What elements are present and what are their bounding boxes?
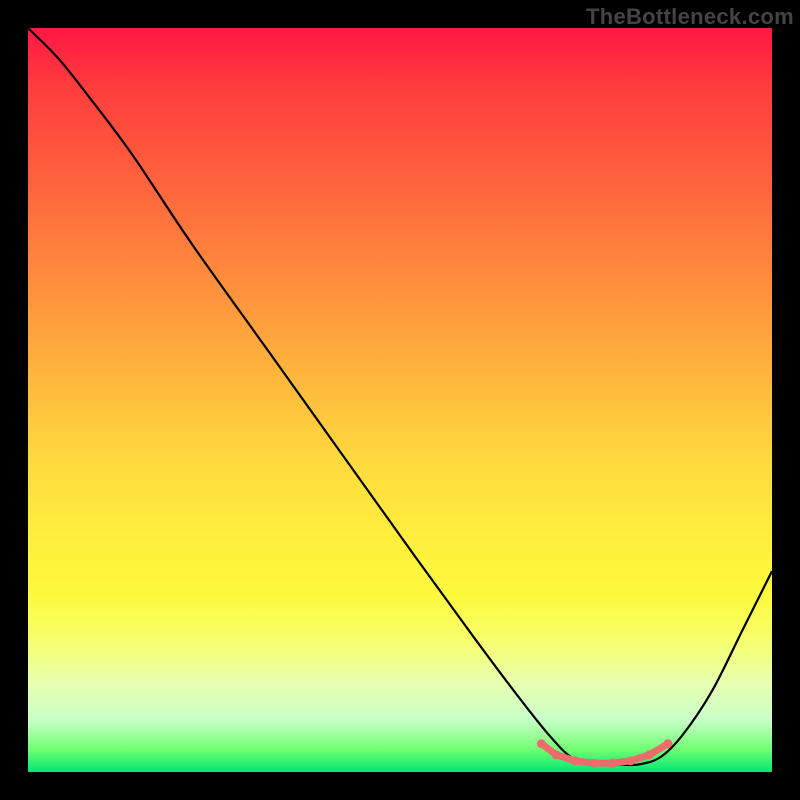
optimal-zone-dot [537,739,546,748]
optimal-zone-dot [626,756,635,765]
chart-frame: TheBottleneck.com [0,0,800,800]
optimal-zone-dot [645,750,654,759]
optimal-zone-dot [570,756,579,765]
optimal-zone-dot [608,759,617,768]
chart-svg [28,28,772,772]
optimal-zone-dot [589,759,598,768]
plot-area [28,28,772,772]
watermark-text: TheBottleneck.com [586,4,794,30]
bottleneck-curve-line [28,28,772,765]
optimal-zone-dot [552,750,561,759]
optimal-zone-dot [663,739,672,748]
